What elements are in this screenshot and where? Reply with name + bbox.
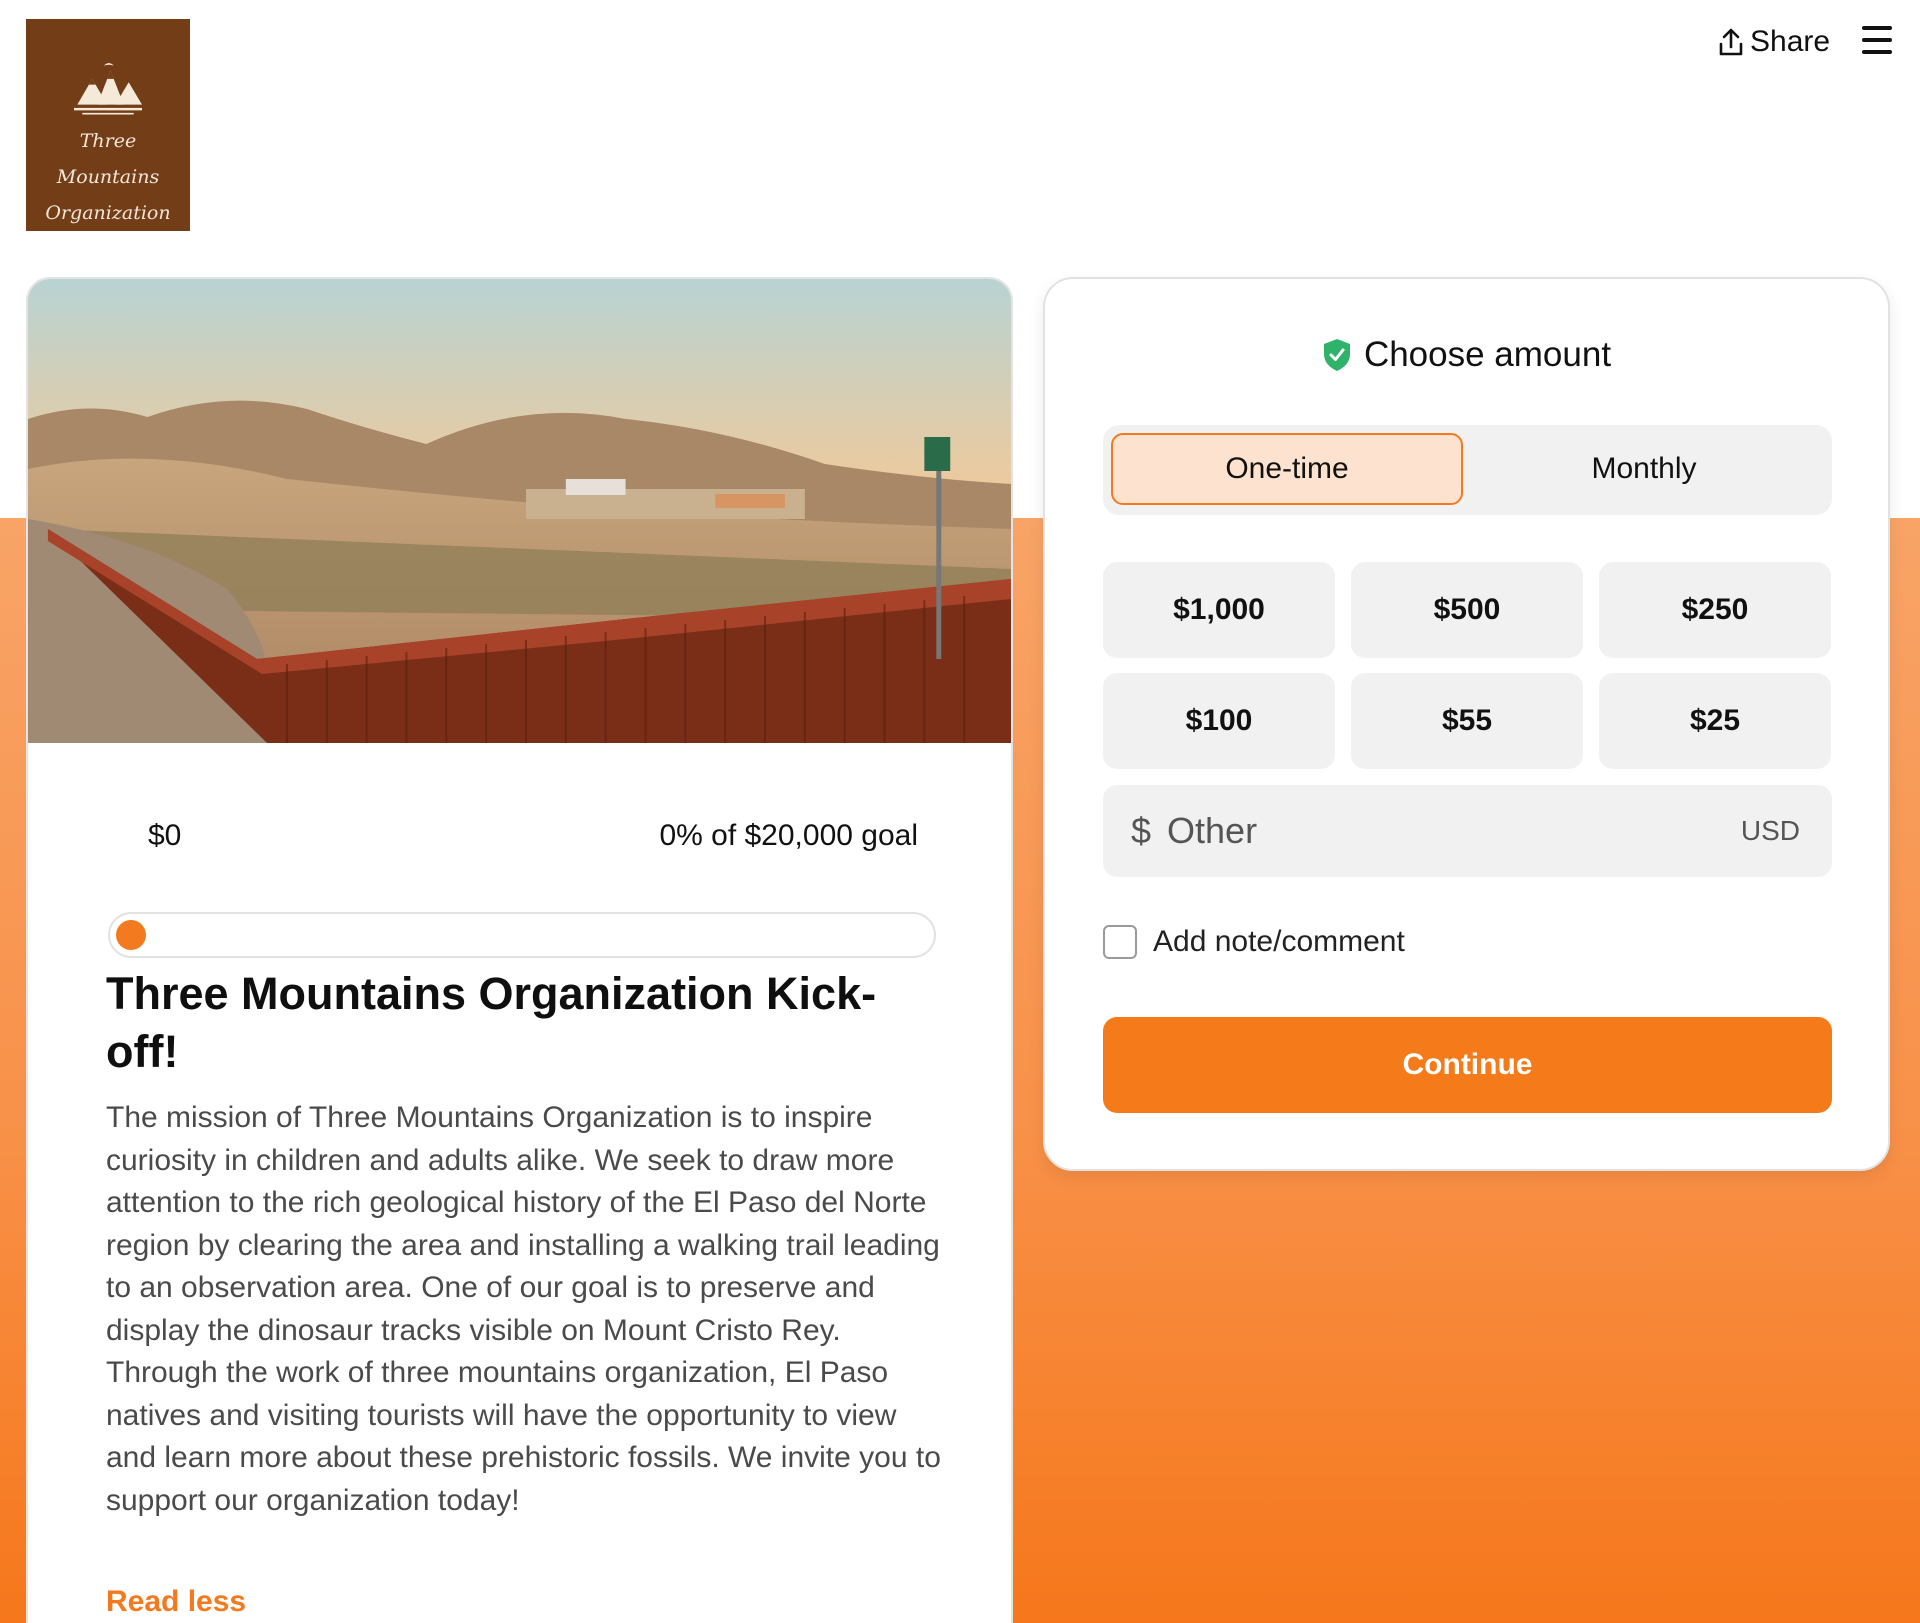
campaign-card: $0 0% of $20,000 goal Three Mountains Or… — [26, 277, 1013, 1623]
donation-card: Choose amount One-time Monthly $1,000 $5… — [1043, 277, 1890, 1171]
mountains-logo-icon — [74, 63, 142, 115]
amount-button-25[interactable]: $25 — [1599, 673, 1831, 769]
share-button[interactable]: Share — [1718, 22, 1830, 62]
goal-text: 0% of $20,000 goal — [659, 819, 918, 852]
currency-code: USD — [1740, 815, 1800, 846]
read-less-link[interactable]: Read less — [106, 1585, 246, 1619]
choose-amount-label: Choose amount — [1363, 335, 1612, 374]
logo-text: Three Mountains Organization — [45, 130, 171, 224]
amount-button-1000[interactable]: $1,000 — [1103, 562, 1335, 658]
other-amount-input[interactable]: $ Other USD — [1103, 785, 1832, 877]
tab-one-time[interactable]: One-time — [1111, 433, 1463, 505]
progress-indicator — [116, 920, 146, 950]
add-note-label: Add note/comment — [1153, 925, 1405, 958]
amount-button-500[interactable]: $500 — [1351, 562, 1583, 658]
progress-bar — [108, 912, 936, 958]
other-amount-placeholder: Other — [1167, 810, 1258, 851]
frequency-toggle: One-time Monthly — [1103, 425, 1832, 515]
campaign-hero-image — [28, 279, 1011, 743]
share-label: Share — [1750, 25, 1831, 58]
add-note-checkbox[interactable] — [1103, 925, 1137, 959]
amount-button-100[interactable]: $100 — [1103, 673, 1335, 769]
amount-raised: $0 — [148, 819, 182, 852]
campaign-description: The mission of Three Mountains Organizat… — [106, 1101, 941, 1517]
choose-amount-heading: Choose amount — [1045, 335, 1888, 375]
amount-button-55[interactable]: $55 — [1351, 673, 1583, 769]
tab-monthly[interactable]: Monthly — [1465, 433, 1823, 505]
continue-button[interactable]: Continue — [1103, 1017, 1832, 1113]
share-upload-icon — [1719, 28, 1743, 56]
campaign-title: Three Mountains Organization Kick-off! — [106, 968, 877, 1077]
shield-check-icon — [1323, 339, 1350, 371]
currency-symbol: $ — [1131, 810, 1152, 851]
amount-button-250[interactable]: $250 — [1599, 562, 1831, 658]
org-logo[interactable]: Three Mountains Organization — [26, 19, 190, 231]
add-note-option[interactable]: Add note/comment — [1103, 925, 1405, 959]
hamburger-menu-icon[interactable] — [1862, 26, 1892, 54]
